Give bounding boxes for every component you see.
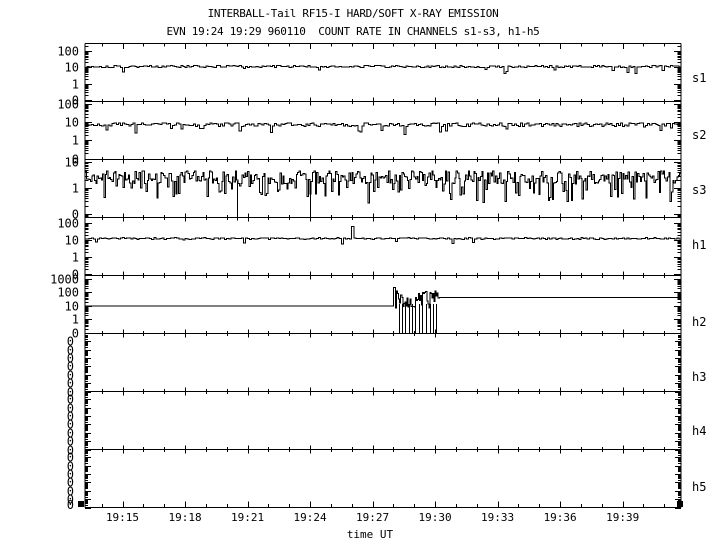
panel-label-h1: h1 — [692, 238, 706, 252]
x-tick-label: 19:24 — [294, 511, 327, 524]
series-s2 — [85, 123, 681, 135]
panel-label-h2: h2 — [692, 315, 706, 329]
panel-h5: h50000000 — [67, 451, 707, 513]
panel-label-s1: s1 — [692, 71, 706, 85]
panel-s3: s31010 — [65, 156, 707, 222]
x-tick-label: 19:15 — [106, 511, 139, 524]
y-tick-label: 10 — [65, 300, 79, 314]
panel-label-h4: h4 — [692, 424, 706, 438]
panel-h2: h210001001010 — [50, 273, 706, 341]
panel-label-h3: h3 — [692, 370, 706, 384]
panel-h3: h30000000 — [67, 335, 707, 400]
chart-canvas: 19:15 19:18 19:21 19:24 19:27 19:30 19:33 19:36… — [0, 0, 720, 550]
x-tick-label: 19:33 — [481, 511, 514, 524]
series-h1 — [85, 226, 681, 243]
y-tick-label: 10 — [65, 156, 79, 170]
panel-label-s2: s2 — [692, 128, 706, 142]
panel-s2: s2 100 10 10 — [57, 98, 706, 167]
y-tick-label: 100 — [57, 45, 79, 59]
x-tick-label: 19:30 — [419, 511, 452, 524]
x-tick-labels: 19:15 19:18 19:21 19:24 19:27 19:30 19:33 19:36… — [106, 511, 639, 524]
y-tick-label: 1000 — [50, 273, 79, 287]
y-tick-label: 1 — [72, 78, 79, 92]
plot-frame — [85, 44, 681, 508]
y-tick-label: 10 — [65, 61, 79, 75]
x-tick-label: 19:27 — [356, 511, 389, 524]
panel-label-h5: h5 — [692, 480, 706, 494]
xray-plot-screen: INTERBALL-Tail RF15-I HARD/SOFT X-RAY EM… — [0, 0, 720, 550]
y-tick-label: 1 — [72, 182, 79, 196]
panel-label-s3: s3 — [692, 183, 706, 197]
panel-h4: h40000000 — [67, 393, 707, 458]
y-tick-label: 100 — [57, 286, 79, 300]
x-axis-label: time UT — [85, 528, 655, 541]
x-tick-label: 19:18 — [168, 511, 201, 524]
series-h2 — [85, 288, 681, 308]
panel-h1: h11001010 — [57, 217, 706, 282]
x-tick-label: 19:36 — [544, 511, 577, 524]
y-tick-label: 0 — [67, 451, 74, 465]
y-tick-label: 100 — [57, 98, 79, 112]
corner-mark-left — [78, 501, 84, 507]
x-tick-label: 19:39 — [606, 511, 639, 524]
x-tick-label: 19:21 — [231, 511, 264, 524]
series-s3 — [85, 171, 681, 203]
y-tick-label: 10 — [65, 234, 79, 248]
y-tick-label: 1 — [72, 134, 79, 148]
y-tick-label: 1 — [72, 251, 79, 265]
panel-s1: s11001010 — [57, 45, 706, 108]
y-tick-label: 1 — [72, 313, 79, 327]
series-s1 — [85, 65, 681, 73]
y-tick-label: 100 — [57, 217, 79, 231]
y-tick-label: 0 — [67, 335, 74, 349]
y-tick-label: 10 — [65, 116, 79, 130]
y-tick-label: 0 — [67, 393, 74, 407]
